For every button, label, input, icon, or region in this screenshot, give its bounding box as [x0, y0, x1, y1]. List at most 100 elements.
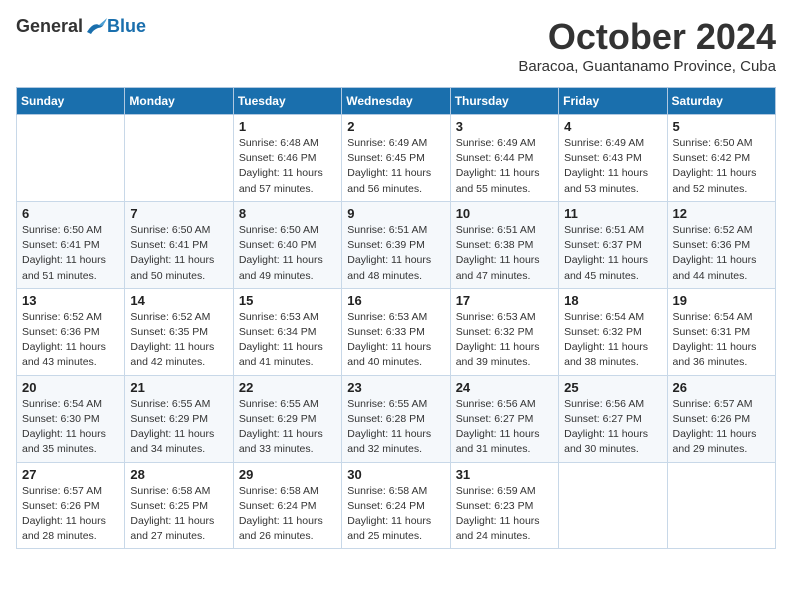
day-number: 11 — [564, 206, 661, 221]
day-number: 16 — [347, 293, 444, 308]
day-number: 31 — [456, 467, 553, 482]
calendar-cell: 26 Sunrise: 6:57 AM Sunset: 6:26 PM Dayli… — [667, 375, 775, 462]
day-detail: Sunrise: 6:56 AM Sunset: 6:27 PM Dayligh… — [456, 397, 553, 458]
day-number: 27 — [22, 467, 119, 482]
calendar-cell: 31 Sunrise: 6:59 AM Sunset: 6:23 PM Dayli… — [450, 462, 558, 549]
calendar-header-sunday: Sunday — [17, 88, 125, 115]
day-detail: Sunrise: 6:58 AM Sunset: 6:24 PM Dayligh… — [239, 484, 336, 545]
calendar-cell — [667, 462, 775, 549]
day-detail: Sunrise: 6:52 AM Sunset: 6:36 PM Dayligh… — [673, 223, 770, 284]
day-detail: Sunrise: 6:52 AM Sunset: 6:35 PM Dayligh… — [130, 310, 227, 371]
day-number: 3 — [456, 119, 553, 134]
day-number: 15 — [239, 293, 336, 308]
day-detail: Sunrise: 6:53 AM Sunset: 6:32 PM Dayligh… — [456, 310, 553, 371]
day-number: 20 — [22, 380, 119, 395]
calendar-cell: 20 Sunrise: 6:54 AM Sunset: 6:30 PM Dayli… — [17, 375, 125, 462]
day-detail: Sunrise: 6:59 AM Sunset: 6:23 PM Dayligh… — [456, 484, 553, 545]
day-number: 4 — [564, 119, 661, 134]
day-detail: Sunrise: 6:48 AM Sunset: 6:46 PM Dayligh… — [239, 136, 336, 197]
day-number: 30 — [347, 467, 444, 482]
calendar-header-row: SundayMondayTuesdayWednesdayThursdayFrid… — [17, 88, 776, 115]
day-number: 14 — [130, 293, 227, 308]
day-detail: Sunrise: 6:49 AM Sunset: 6:43 PM Dayligh… — [564, 136, 661, 197]
calendar-cell: 18Sunrise: 6:54 AM Sunset: 6:32 PM Dayli… — [559, 288, 667, 375]
day-detail: Sunrise: 6:58 AM Sunset: 6:25 PM Dayligh… — [130, 484, 227, 545]
calendar-cell: 6Sunrise: 6:50 AM Sunset: 6:41 PM Daylig… — [17, 201, 125, 288]
calendar-cell: 9 Sunrise: 6:51 AM Sunset: 6:39 PM Daylig… — [342, 201, 450, 288]
calendar-cell: 4 Sunrise: 6:49 AM Sunset: 6:43 PM Daylig… — [559, 115, 667, 202]
day-number: 10 — [456, 206, 553, 221]
calendar-header-friday: Friday — [559, 88, 667, 115]
calendar-cell: 11 Sunrise: 6:51 AM Sunset: 6:37 PM Dayli… — [559, 201, 667, 288]
calendar-cell: 30 Sunrise: 6:58 AM Sunset: 6:24 PM Dayli… — [342, 462, 450, 549]
day-detail: Sunrise: 6:53 AM Sunset: 6:33 PM Dayligh… — [347, 310, 444, 371]
day-detail: Sunrise: 6:49 AM Sunset: 6:44 PM Dayligh… — [456, 136, 553, 197]
calendar-cell: 8 Sunrise: 6:50 AM Sunset: 6:40 PM Daylig… — [233, 201, 341, 288]
month-title: October 2024 — [518, 16, 776, 58]
calendar-cell: 3 Sunrise: 6:49 AM Sunset: 6:44 PM Daylig… — [450, 115, 558, 202]
logo-general-text: General — [16, 16, 83, 37]
day-detail: Sunrise: 6:51 AM Sunset: 6:38 PM Dayligh… — [456, 223, 553, 284]
day-detail: Sunrise: 6:57 AM Sunset: 6:26 PM Dayligh… — [673, 397, 770, 458]
calendar-table: SundayMondayTuesdayWednesdayThursdayFrid… — [16, 87, 776, 549]
day-number: 5 — [673, 119, 770, 134]
calendar-cell: 25Sunrise: 6:56 AM Sunset: 6:27 PM Dayli… — [559, 375, 667, 462]
day-number: 23 — [347, 380, 444, 395]
day-detail: Sunrise: 6:54 AM Sunset: 6:30 PM Dayligh… — [22, 397, 119, 458]
calendar-header-tuesday: Tuesday — [233, 88, 341, 115]
calendar-week-row: 27 Sunrise: 6:57 AM Sunset: 6:26 PM Dayli… — [17, 462, 776, 549]
day-detail: Sunrise: 6:49 AM Sunset: 6:45 PM Dayligh… — [347, 136, 444, 197]
calendar-header-saturday: Saturday — [667, 88, 775, 115]
day-detail: Sunrise: 6:51 AM Sunset: 6:39 PM Dayligh… — [347, 223, 444, 284]
calendar-cell: 1Sunrise: 6:48 AM Sunset: 6:46 PM Daylig… — [233, 115, 341, 202]
calendar-cell — [125, 115, 233, 202]
day-number: 13 — [22, 293, 119, 308]
calendar-cell: 15 Sunrise: 6:53 AM Sunset: 6:34 PM Dayli… — [233, 288, 341, 375]
day-number: 22 — [239, 380, 336, 395]
calendar-cell: 7 Sunrise: 6:50 AM Sunset: 6:41 PM Daylig… — [125, 201, 233, 288]
calendar-cell: 13Sunrise: 6:52 AM Sunset: 6:36 PM Dayli… — [17, 288, 125, 375]
day-detail: Sunrise: 6:50 AM Sunset: 6:42 PM Dayligh… — [673, 136, 770, 197]
calendar-cell — [559, 462, 667, 549]
day-number: 12 — [673, 206, 770, 221]
day-number: 17 — [456, 293, 553, 308]
day-detail: Sunrise: 6:57 AM Sunset: 6:26 PM Dayligh… — [22, 484, 119, 545]
calendar-cell: 23 Sunrise: 6:55 AM Sunset: 6:28 PM Dayli… — [342, 375, 450, 462]
calendar-cell: 28 Sunrise: 6:58 AM Sunset: 6:25 PM Dayli… — [125, 462, 233, 549]
day-number: 9 — [347, 206, 444, 221]
calendar-week-row: 1Sunrise: 6:48 AM Sunset: 6:46 PM Daylig… — [17, 115, 776, 202]
day-detail: Sunrise: 6:54 AM Sunset: 6:32 PM Dayligh… — [564, 310, 661, 371]
calendar-cell: 10 Sunrise: 6:51 AM Sunset: 6:38 PM Dayli… — [450, 201, 558, 288]
calendar-cell: 16 Sunrise: 6:53 AM Sunset: 6:33 PM Dayli… — [342, 288, 450, 375]
day-number: 7 — [130, 206, 227, 221]
day-number: 26 — [673, 380, 770, 395]
calendar-cell: 19Sunrise: 6:54 AM Sunset: 6:31 PM Dayli… — [667, 288, 775, 375]
day-number: 19 — [673, 293, 770, 308]
day-number: 6 — [22, 206, 119, 221]
calendar-cell: 29 Sunrise: 6:58 AM Sunset: 6:24 PM Dayli… — [233, 462, 341, 549]
logo-bird-icon — [85, 18, 107, 36]
day-detail: Sunrise: 6:55 AM Sunset: 6:29 PM Dayligh… — [130, 397, 227, 458]
calendar-week-row: 20 Sunrise: 6:54 AM Sunset: 6:30 PM Dayli… — [17, 375, 776, 462]
day-number: 28 — [130, 467, 227, 482]
day-number: 2 — [347, 119, 444, 134]
logo: General Blue — [16, 16, 146, 37]
day-number: 8 — [239, 206, 336, 221]
day-detail: Sunrise: 6:55 AM Sunset: 6:29 PM Dayligh… — [239, 397, 336, 458]
day-detail: Sunrise: 6:51 AM Sunset: 6:37 PM Dayligh… — [564, 223, 661, 284]
calendar-cell: 17 Sunrise: 6:53 AM Sunset: 6:32 PM Dayli… — [450, 288, 558, 375]
calendar-cell: 22 Sunrise: 6:55 AM Sunset: 6:29 PM Dayli… — [233, 375, 341, 462]
calendar-cell: 24Sunrise: 6:56 AM Sunset: 6:27 PM Dayli… — [450, 375, 558, 462]
day-detail: Sunrise: 6:58 AM Sunset: 6:24 PM Dayligh… — [347, 484, 444, 545]
logo-blue-text: Blue — [107, 16, 146, 37]
day-number: 29 — [239, 467, 336, 482]
day-detail: Sunrise: 6:55 AM Sunset: 6:28 PM Dayligh… — [347, 397, 444, 458]
day-detail: Sunrise: 6:50 AM Sunset: 6:41 PM Dayligh… — [130, 223, 227, 284]
calendar-cell: 14 Sunrise: 6:52 AM Sunset: 6:35 PM Dayli… — [125, 288, 233, 375]
calendar-cell: 21 Sunrise: 6:55 AM Sunset: 6:29 PM Dayli… — [125, 375, 233, 462]
day-detail: Sunrise: 6:53 AM Sunset: 6:34 PM Dayligh… — [239, 310, 336, 371]
day-number: 21 — [130, 380, 227, 395]
day-detail: Sunrise: 6:50 AM Sunset: 6:40 PM Dayligh… — [239, 223, 336, 284]
day-number: 25 — [564, 380, 661, 395]
calendar-week-row: 6 Sunrise: 6:50 AM Sunset: 6:41 PM Daylig… — [17, 201, 776, 288]
